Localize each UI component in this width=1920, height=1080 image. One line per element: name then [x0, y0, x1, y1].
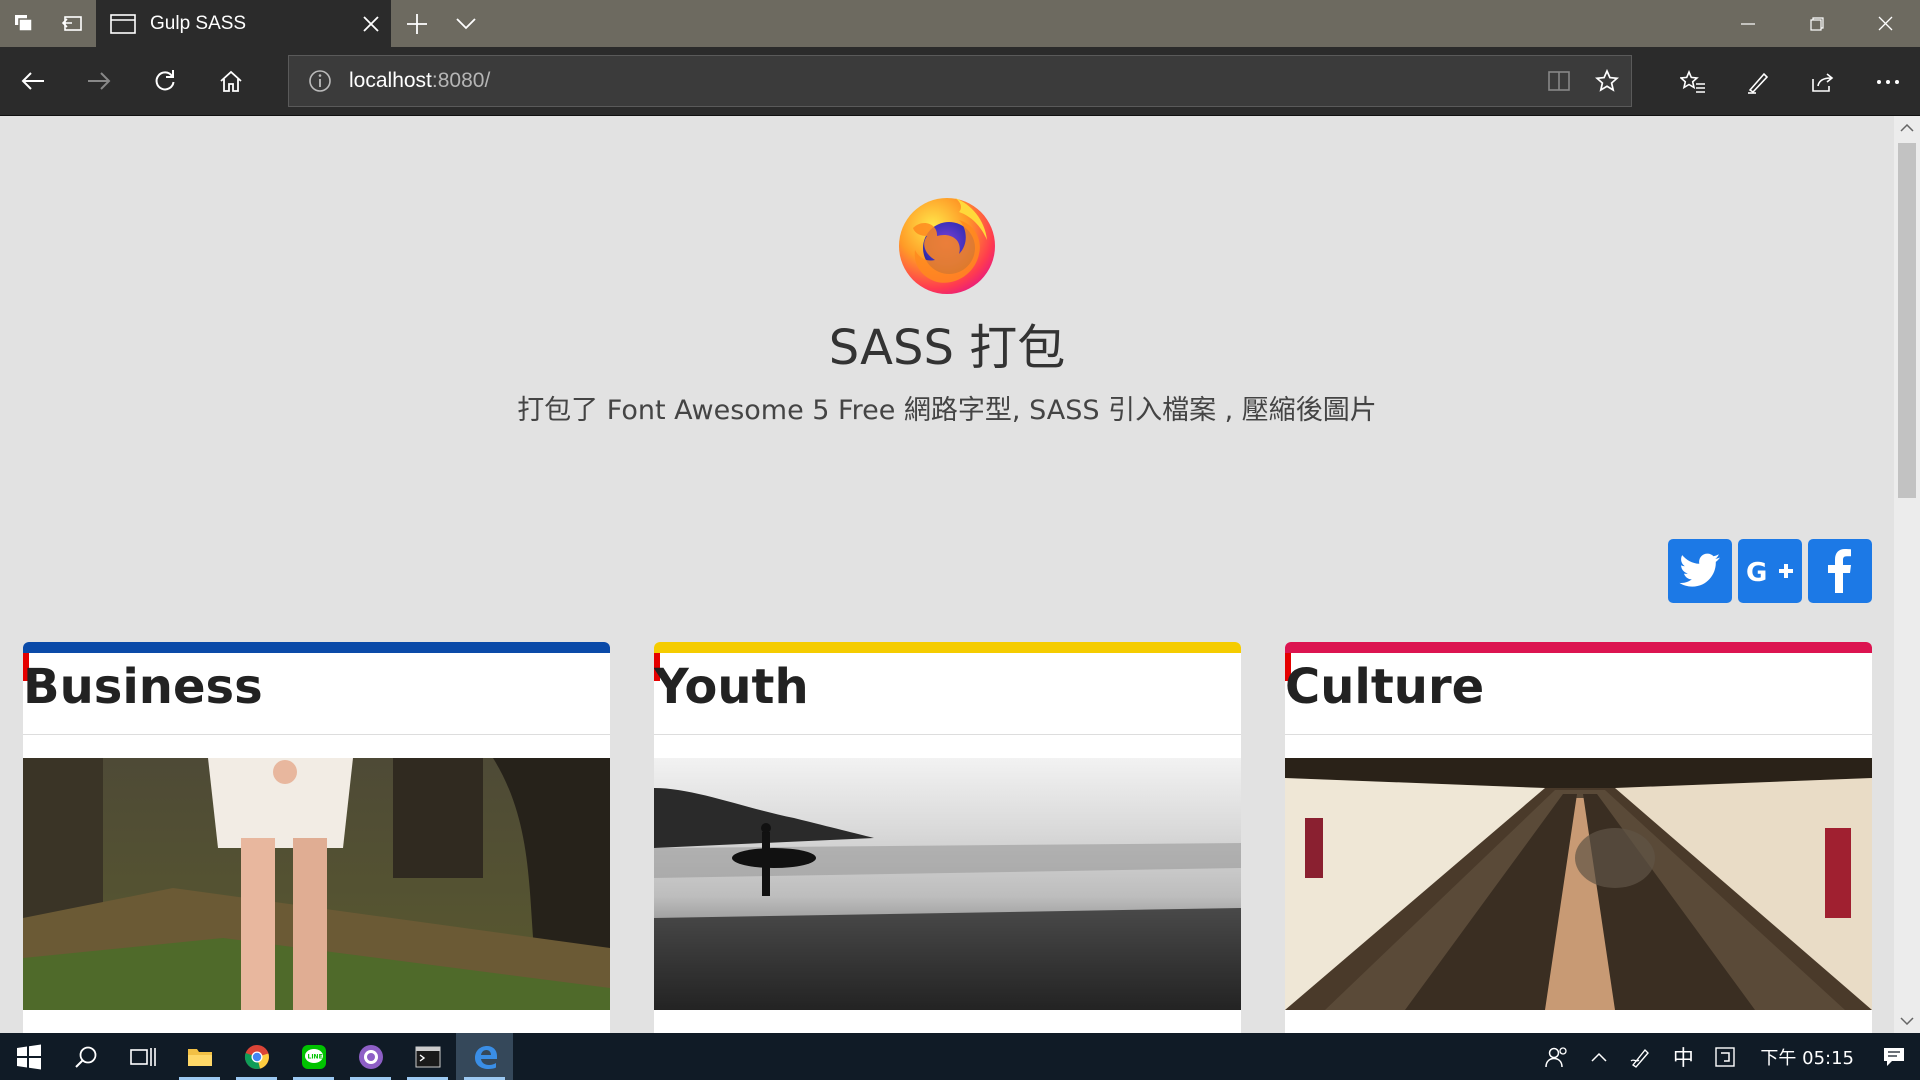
terminal-icon[interactable] [399, 1033, 456, 1080]
tab-title: Gulp SASS [150, 12, 247, 34]
scroll-down-icon[interactable] [1894, 1009, 1920, 1033]
facebook-icon[interactable] [1808, 539, 1872, 603]
ime-indicator[interactable]: 中 [1662, 1033, 1704, 1080]
windows-taskbar: LINE 中 下午 05:15 [0, 1033, 1920, 1080]
more-options-icon[interactable] [1855, 47, 1920, 116]
task-view-icon[interactable] [114, 1033, 171, 1080]
url-host: localhost [349, 69, 432, 92]
twitter-icon[interactable] [1668, 539, 1732, 603]
card-accent-bar [654, 642, 1241, 653]
input-mode-icon[interactable] [1704, 1033, 1746, 1080]
edge-icon[interactable] [456, 1033, 513, 1080]
close-window-icon[interactable] [1851, 0, 1920, 47]
firefox-logo-icon [899, 198, 995, 294]
people-icon[interactable] [1536, 1033, 1578, 1080]
page-viewport: SASS 打包 打包了 Font Awesome 5 Free 網路字型, SA… [0, 116, 1894, 1033]
card-business[interactable]: Business [23, 642, 610, 1033]
favorites-hub-icon[interactable] [1660, 47, 1725, 116]
forward-icon[interactable] [66, 47, 132, 116]
pen-note-icon[interactable] [1725, 47, 1790, 116]
page-subtitle: 打包了 Font Awesome 5 Free 網路字型, SASS 引入檔案 … [517, 395, 1377, 426]
system-tray: 中 下午 05:15 [1536, 1033, 1920, 1080]
card-accent-bar [23, 642, 610, 653]
search-icon[interactable] [57, 1033, 114, 1080]
browser-tab[interactable]: Gulp SASS [96, 0, 391, 47]
app-icon[interactable] [342, 1033, 399, 1080]
chrome-icon[interactable] [228, 1033, 285, 1080]
tabs-aside-icon[interactable] [0, 0, 48, 47]
chevron-down-icon[interactable] [443, 0, 489, 47]
action-center-icon[interactable] [1868, 1033, 1920, 1080]
social-links: G [1668, 539, 1872, 603]
address-bar[interactable]: localhost:8080/ [288, 55, 1632, 107]
file-explorer-icon[interactable] [171, 1033, 228, 1080]
set-tabs-aside-icon[interactable] [48, 0, 96, 47]
new-tab-icon[interactable] [391, 0, 443, 47]
line-icon[interactable]: LINE [285, 1033, 342, 1080]
card-image-escalator [1285, 758, 1872, 1010]
card-culture[interactable]: Culture [1285, 642, 1872, 1033]
share-icon[interactable] [1790, 47, 1855, 116]
back-icon[interactable] [0, 47, 66, 116]
page-icon [110, 13, 136, 34]
windows-start-icon[interactable] [0, 1033, 57, 1080]
scroll-up-icon[interactable] [1894, 116, 1920, 140]
info-icon[interactable] [307, 68, 333, 94]
svg-text:LINE: LINE [307, 1053, 322, 1060]
url-port-path: :8080/ [431, 69, 491, 92]
google-plus-icon[interactable]: G [1738, 539, 1802, 603]
card-image-beach [654, 758, 1241, 1010]
svg-text:G: G [1746, 558, 1767, 586]
card-title: Culture [1285, 659, 1485, 715]
chevron-up-icon[interactable] [1578, 1033, 1620, 1080]
page-scrollbar[interactable] [1894, 116, 1920, 1033]
card-image-forest [23, 758, 610, 1010]
scroll-thumb[interactable] [1898, 143, 1916, 498]
pen-workspace-icon[interactable] [1620, 1033, 1662, 1080]
page-title: SASS 打包 [828, 320, 1066, 376]
minimize-icon[interactable] [1713, 0, 1782, 47]
card-title: Youth [654, 659, 809, 715]
card-accent-bar [1285, 642, 1872, 653]
clock[interactable]: 下午 05:15 [1746, 1044, 1868, 1070]
browser-nav-bar: localhost:8080/ [0, 47, 1920, 116]
refresh-icon[interactable] [132, 47, 198, 116]
home-icon[interactable] [198, 47, 264, 116]
browser-tab-bar: Gulp SASS [0, 0, 1920, 47]
favorite-star-icon[interactable] [1583, 56, 1631, 106]
reading-view-icon[interactable] [1535, 56, 1583, 106]
card-title: Business [23, 659, 263, 715]
close-tab-icon[interactable] [351, 4, 391, 44]
card-youth[interactable]: Youth [654, 642, 1241, 1033]
restore-icon[interactable] [1782, 0, 1851, 47]
